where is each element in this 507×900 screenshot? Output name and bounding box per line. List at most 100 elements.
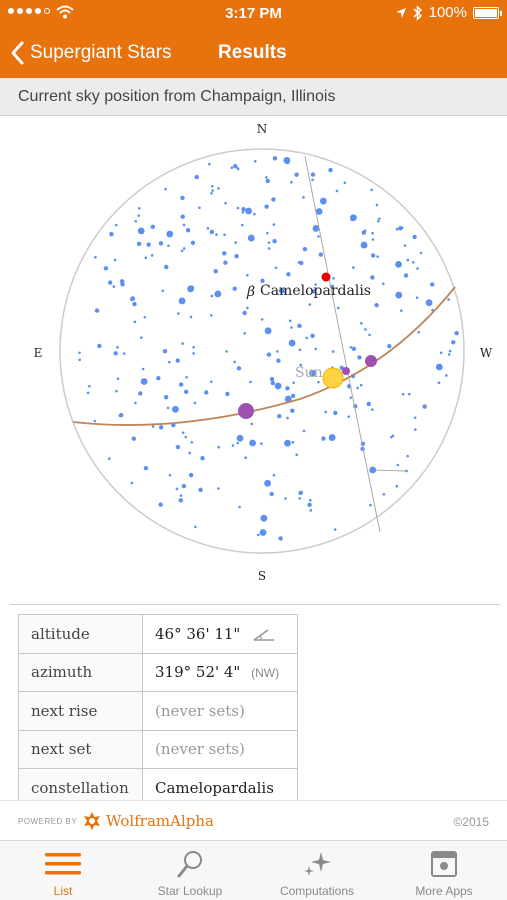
tab-computations[interactable]: Computations — [254, 841, 380, 900]
star-dot — [200, 456, 205, 461]
star-dot — [396, 463, 400, 467]
star-dot — [140, 378, 148, 385]
star-dot — [181, 342, 184, 345]
tab-star-lookup[interactable]: Star Lookup — [127, 841, 253, 900]
star-dot — [265, 178, 270, 184]
star-dot — [349, 345, 353, 349]
sun-marker — [322, 367, 344, 389]
star-dot — [277, 413, 282, 419]
target-star-label: Camelopardalis — [260, 283, 371, 299]
wolframalpha-logo[interactable]: WolframAlpha — [82, 811, 214, 831]
star-dot — [88, 384, 91, 388]
next-set-value: (never sets) — [155, 740, 245, 759]
star-dot — [288, 339, 296, 347]
star-dot — [130, 481, 134, 485]
star-dot — [371, 232, 374, 235]
star-dot — [236, 434, 244, 442]
angle-icon[interactable] — [251, 628, 277, 642]
star-dot — [272, 238, 277, 244]
star-dot — [242, 310, 247, 316]
star-dot — [253, 212, 256, 216]
star-dot — [175, 358, 180, 363]
star-dot — [335, 189, 339, 193]
star-dot — [331, 350, 335, 353]
star-dot — [115, 389, 118, 393]
star-dot — [437, 381, 441, 385]
star-dot — [137, 214, 141, 217]
bluetooth-icon — [413, 4, 422, 21]
star-dot — [225, 350, 228, 353]
star-dot — [236, 441, 240, 445]
star-dot — [445, 374, 448, 377]
star-dot — [150, 224, 156, 230]
page-title: Results — [218, 42, 287, 63]
star-dot — [328, 434, 336, 441]
tab-more-apps[interactable]: More Apps — [381, 841, 507, 900]
star-dot — [363, 229, 367, 233]
star-dot — [108, 280, 113, 285]
star-dot — [290, 326, 293, 329]
star-dot — [194, 174, 199, 180]
constellation-value: Camelopardalis — [155, 778, 274, 797]
star-dot — [328, 167, 333, 173]
star-dot — [180, 214, 185, 219]
star-dot — [422, 404, 427, 409]
star-dot — [260, 318, 264, 321]
star-dot — [264, 479, 272, 487]
star-dot — [297, 261, 301, 264]
star-dot — [225, 391, 230, 397]
star-dot — [269, 377, 275, 382]
star-dot — [97, 343, 102, 349]
star-dot — [370, 188, 374, 192]
row-value-next-rise: (never sets) — [142, 691, 298, 731]
tab-label: Star Lookup — [157, 884, 223, 898]
star-dot — [233, 360, 236, 364]
star-dot — [302, 246, 308, 252]
star-dot — [272, 156, 278, 161]
star-dot — [284, 497, 287, 500]
star-dot — [382, 282, 385, 286]
star-dot — [144, 256, 148, 260]
star-dot — [276, 350, 279, 353]
star-dot — [357, 355, 362, 360]
star-dot — [416, 267, 419, 270]
star-dot — [224, 201, 227, 205]
star-dot — [167, 244, 170, 248]
row-value-next-set: (never sets) — [142, 729, 298, 769]
table-row: next rise (never sets) — [18, 691, 298, 731]
star-dot — [210, 380, 213, 383]
star-dot — [448, 349, 452, 353]
star-dot — [305, 336, 309, 340]
star-dot — [140, 336, 143, 339]
sparkles-icon — [304, 852, 331, 876]
star-dot — [151, 425, 155, 428]
star-dot — [382, 493, 386, 496]
back-button[interactable]: Supergiant Stars — [10, 36, 172, 70]
star-dot — [206, 227, 210, 230]
star-dot — [193, 401, 197, 405]
sky-chart[interactable]: N S E W Sun β Camelopardalis — [0, 116, 507, 600]
powered-by-footer: POWERED BY WolframAlpha ©2015 — [0, 800, 507, 840]
star-dot — [333, 410, 338, 416]
star-dot — [414, 428, 417, 431]
star-dot — [271, 197, 276, 202]
row-label-next-rise: next rise — [18, 691, 143, 731]
star-dot — [163, 395, 169, 400]
star-dot — [161, 289, 165, 293]
star-dot — [182, 223, 186, 227]
star-dot — [317, 380, 320, 384]
star-dot — [223, 260, 228, 265]
star-dot — [274, 266, 278, 270]
star-dot — [217, 187, 220, 190]
star-dot — [294, 172, 299, 177]
table-row: azimuth 319° 52' 4" (NW) — [18, 652, 298, 692]
star-dot — [150, 254, 154, 257]
planet-marker — [365, 355, 377, 367]
tab-list[interactable]: List — [0, 841, 126, 900]
target-star-marker — [321, 272, 331, 282]
star-dot — [308, 303, 312, 306]
star-dot — [359, 383, 363, 387]
star-dot — [93, 419, 97, 423]
star-dot — [204, 390, 209, 395]
star-dot — [369, 503, 372, 507]
